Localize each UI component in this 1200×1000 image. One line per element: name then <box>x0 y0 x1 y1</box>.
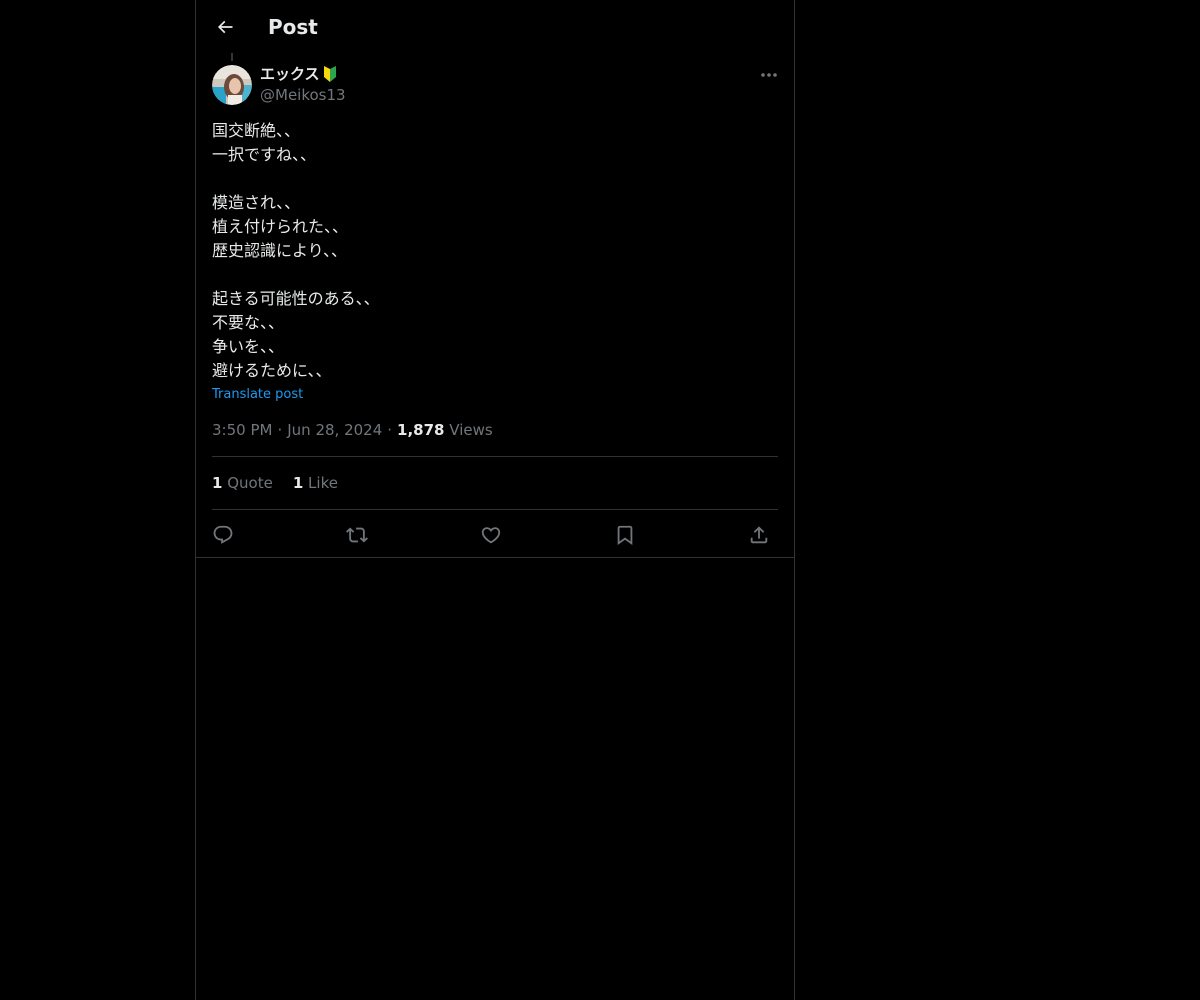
back-button[interactable] <box>208 10 242 44</box>
views-label: Views <box>449 421 493 439</box>
like-button[interactable] <box>476 520 506 550</box>
post-date[interactable]: Jun 28, 2024 <box>287 421 382 439</box>
post-text-line: 国交断絶、、 <box>212 121 301 140</box>
share-icon <box>750 526 768 544</box>
quotes-stat[interactable]: 1 Quote <box>212 473 273 493</box>
post-bottom-divider <box>196 557 794 558</box>
reply-button[interactable] <box>208 520 238 550</box>
reply-icon <box>213 525 233 544</box>
translate-post-link[interactable]: Translate post <box>212 385 303 405</box>
meta-separator: · <box>277 421 283 439</box>
repost-icon <box>346 527 368 543</box>
bookmark-icon <box>617 525 633 546</box>
post-text-line: 不要な、、 <box>212 313 285 332</box>
post-detail-column: Post エックス @Meikos13 国交断絶、、 一択ですね、、 模造され、… <box>195 0 795 1000</box>
post-actions-bar <box>212 518 778 548</box>
beginner-mark-icon <box>322 65 338 83</box>
arrow-left-icon <box>217 20 233 34</box>
views-count: 1,878 <box>397 421 445 439</box>
avatar[interactable] <box>212 65 252 105</box>
likes-stat[interactable]: 1 Like <box>293 473 338 493</box>
repost-button[interactable] <box>342 520 372 550</box>
share-button[interactable] <box>744 520 774 550</box>
thread-connector-line <box>231 53 233 61</box>
quote-label: Quote <box>227 474 273 492</box>
author-display-name[interactable]: エックス <box>260 64 338 84</box>
post-text-line <box>212 167 778 191</box>
author-name-text: エックス <box>260 65 320 83</box>
like-count: 1 <box>292 474 304 492</box>
post-text: 国交断絶、、 一択ですね、、 模造され、、 植え付けられた、、 歴史認識により、… <box>212 119 778 383</box>
more-horizontal-icon <box>761 73 777 77</box>
post-meta: 3:50 PM · Jun 28, 2024 · 1,878 Views <box>212 420 493 440</box>
quote-count: 1 <box>212 474 223 492</box>
author-handle[interactable]: @Meikos13 <box>260 85 346 105</box>
page-title: Post <box>268 15 318 39</box>
post-text-line: 争いを、、 <box>212 337 285 356</box>
post-time[interactable]: 3:50 PM <box>212 421 272 439</box>
divider <box>212 456 778 457</box>
bookmark-button[interactable] <box>610 520 640 550</box>
post-text-line: 植え付けられた、、 <box>212 217 349 236</box>
post-text-line: 一択ですね、、 <box>212 145 317 164</box>
post-text-line: 起きる可能性のある、、 <box>212 289 380 308</box>
page-header: Post <box>196 0 794 53</box>
meta-separator: · <box>387 421 393 439</box>
like-label: Like <box>308 474 338 492</box>
post-text-line: 避けるために、、 <box>212 361 332 380</box>
post-text-line <box>212 263 778 287</box>
post-text-line: 歴史認識により、、 <box>212 241 348 260</box>
post-stats: 1 Quote 1 Like <box>212 473 338 493</box>
divider <box>212 509 778 510</box>
avatar-image <box>212 65 252 105</box>
post-text-line: 模造され、、 <box>212 193 301 212</box>
heart-icon <box>481 527 501 544</box>
more-options-button[interactable] <box>756 64 782 86</box>
